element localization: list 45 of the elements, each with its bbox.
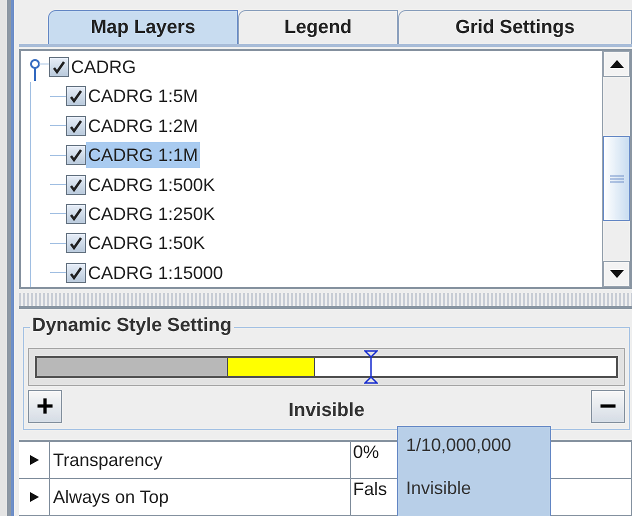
checkbox[interactable] [49,56,69,77]
checkbox[interactable] [66,204,86,224]
check-icon [69,118,83,133]
check-icon [69,236,83,250]
check-icon [69,89,83,104]
tooltip-text: 1/10,000,000 [406,435,512,456]
tab[interactable]: Grid Settings [398,10,632,44]
checkbox[interactable] [66,145,86,166]
scroll-down-icon[interactable] [610,270,624,278]
tree-item[interactable]: CADRG 1:1M [86,142,200,168]
checkbox[interactable] [66,174,86,194]
property-value[interactable]: 0% [353,442,380,463]
check-icon [69,148,83,162]
tree-item[interactable]: CADRG 1:2M [86,112,200,139]
tree-item[interactable]: CADRG 1:250K [86,200,218,227]
scrollbar[interactable] [602,51,630,288]
checkbox[interactable] [66,86,86,106]
checkbox[interactable] [66,262,86,283]
tree-item[interactable]: CADRG 1:5M [86,83,200,110]
scroll-up-icon[interactable] [610,60,624,68]
slider-thumb[interactable] [364,350,378,384]
splitter[interactable] [19,293,632,309]
checkbox[interactable] [66,233,86,254]
check-icon [69,178,83,192]
add-button[interactable]: + [28,390,62,423]
property-name: Always on Top [53,486,169,508]
remove-button[interactable]: − [591,390,625,423]
checkbox[interactable] [66,116,86,136]
tooltip-text: Invisible [406,478,472,499]
tree-item[interactable]: CADRG [69,54,138,80]
tree-item[interactable]: CADRG 1:50K [86,230,208,256]
state-label: Invisible [288,400,365,422]
expand-arrow-icon[interactable] [30,492,38,502]
group-title: Dynamic Style Setting [30,315,234,337]
check-icon [69,266,83,280]
tab[interactable]: Legend [238,10,398,44]
tree-item[interactable]: CADRG 1:500K [86,172,218,198]
tree-item[interactable]: CADRG 1:15000 [86,260,226,286]
tab[interactable]: Map Layers [48,10,238,44]
grip-icon [610,174,624,183]
expand-arrow-icon[interactable] [30,455,38,465]
check-icon [69,206,83,221]
check-icon [52,60,66,74]
property-value[interactable]: Fals [353,479,388,500]
property-name: Transparency [53,450,162,470]
